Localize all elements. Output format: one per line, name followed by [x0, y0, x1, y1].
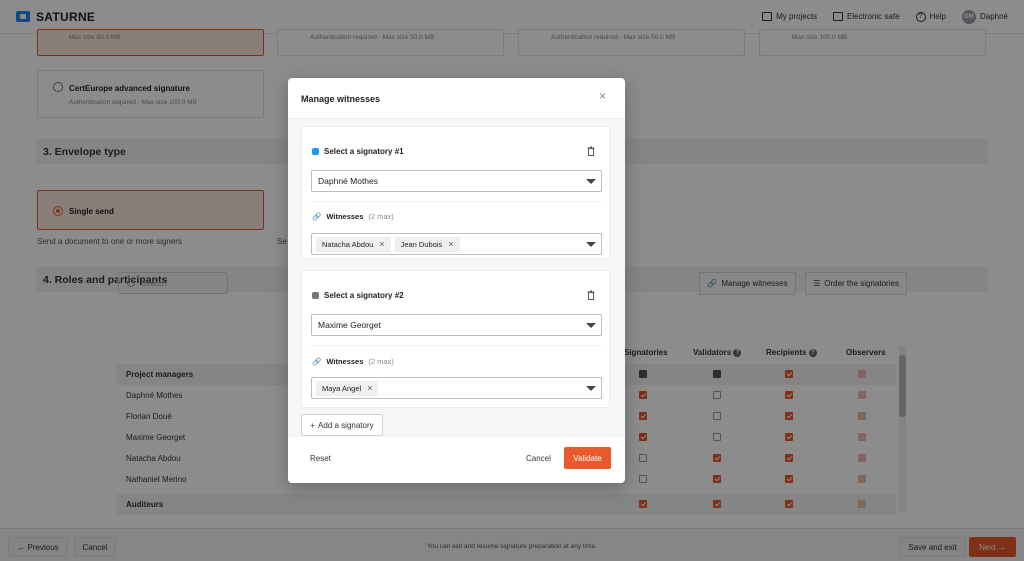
witness-chip: Maya Angel × — [316, 380, 379, 396]
modal-title: Manage witnesses — [301, 94, 381, 104]
signatory-heading: Select a signatory #1 — [312, 147, 404, 156]
signatory-select[interactable]: Maxime Georget — [311, 314, 602, 336]
signatory-color-dot — [312, 148, 319, 155]
remove-chip-icon[interactable]: × — [379, 239, 384, 249]
close-icon[interactable]: × — [599, 89, 606, 103]
trash-icon[interactable] — [587, 146, 595, 156]
signatory-heading: Select a signatory #2 — [312, 291, 404, 300]
signatory-select-value: Daphné Mothes — [318, 176, 379, 186]
witnesses-select[interactable]: Natacha Abdou × Jean Dubois × — [311, 233, 602, 255]
link-icon: 🔗 — [312, 357, 322, 366]
signatory-color-dot — [312, 292, 319, 299]
signatory-label: Select a signatory #2 — [324, 291, 404, 300]
witness-name: Maya Angel — [322, 383, 362, 393]
add-signatory-button[interactable]: + Add a signatory — [301, 414, 383, 436]
signatory-block-1: Select a signatory #1 Daphné Mothes 🔗 Wi… — [301, 126, 610, 259]
witness-name: Jean Dubois — [400, 239, 443, 249]
witnesses-label: Witnesses — [326, 357, 364, 366]
chevron-down-icon — [586, 323, 596, 328]
trash-icon[interactable] — [587, 290, 595, 300]
witness-chip: Natacha Abdou × — [316, 236, 391, 252]
modal-body: Select a signatory #1 Daphné Mothes 🔗 Wi… — [288, 119, 625, 437]
manage-witnesses-modal: Manage witnesses × Select a signatory #1… — [288, 78, 625, 483]
witnesses-heading: 🔗 Witnesses (2 max) — [312, 212, 394, 221]
plus-icon: + — [310, 420, 316, 430]
signatory-label: Select a signatory #1 — [324, 147, 404, 156]
chevron-down-icon — [586, 386, 596, 391]
reset-button[interactable]: Reset — [310, 454, 331, 463]
witnesses-heading: 🔗 Witnesses (2 max) — [312, 357, 394, 366]
chevron-down-icon — [586, 242, 596, 247]
remove-chip-icon[interactable]: × — [448, 239, 453, 249]
signatory-block-2: Select a signatory #2 Maxime Georget 🔗 W… — [301, 270, 610, 408]
chevron-down-icon — [586, 179, 596, 184]
witness-name: Natacha Abdou — [322, 239, 374, 249]
link-icon: 🔗 — [312, 212, 322, 221]
modal-cancel-button[interactable]: Cancel — [526, 454, 551, 463]
add-signatory-label: Add a signatory — [318, 420, 374, 430]
signatory-select[interactable]: Daphné Mothes — [311, 170, 602, 192]
validate-button[interactable]: Validate — [564, 447, 611, 469]
witnesses-select[interactable]: Maya Angel × — [311, 377, 602, 399]
witnesses-max: (2 max) — [368, 212, 394, 221]
divider — [311, 201, 602, 202]
divider — [311, 345, 602, 346]
witnesses-label: Witnesses — [326, 212, 364, 221]
signatory-select-value: Maxime Georget — [318, 320, 381, 330]
witness-chip: Jean Dubois × — [394, 236, 460, 252]
remove-chip-icon[interactable]: × — [367, 383, 372, 393]
witnesses-max: (2 max) — [368, 357, 394, 366]
